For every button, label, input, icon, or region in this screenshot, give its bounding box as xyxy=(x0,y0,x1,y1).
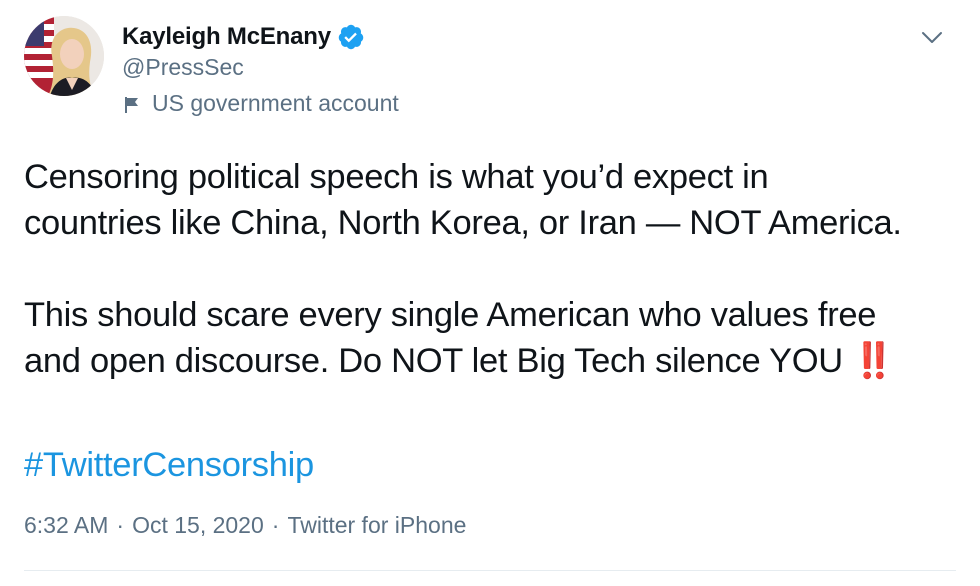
government-account-label: US government account xyxy=(122,90,399,117)
tweet-line: Censoring political speech is what you’d… xyxy=(24,158,769,196)
tweet-line-text: and open discourse. Do NOT let Big Tech … xyxy=(24,342,843,380)
hashtag-link[interactable]: #TwitterCensorship xyxy=(24,442,314,488)
tweet-source[interactable]: Twitter for iPhone xyxy=(287,512,466,539)
tweet-meta: 6:32 AM · Oct 15, 2020 · Twitter for iPh… xyxy=(24,512,466,539)
display-name[interactable]: Kayleigh McEnany xyxy=(122,23,331,51)
tweet-line: and open discourse. Do NOT let Big Tech … xyxy=(24,338,959,384)
account-label-text: US government account xyxy=(152,90,399,116)
tweet-header: Kayleigh McEnany @PressSec US government… xyxy=(24,16,964,126)
tweet-line: countries like China, North Korea, or Ir… xyxy=(24,204,902,242)
tweet-date[interactable]: Oct 15, 2020 xyxy=(132,512,264,539)
meta-separator: · xyxy=(271,512,280,538)
double-exclamation-emoji: ‼️ xyxy=(852,342,895,380)
verified-badge-icon xyxy=(337,23,365,51)
meta-separator: · xyxy=(116,512,125,538)
tweet-line: This should scare every single American … xyxy=(24,296,877,334)
tweet-card: Kayleigh McEnany @PressSec US government… xyxy=(0,0,980,586)
tweet-time[interactable]: 6:32 AM xyxy=(24,512,108,539)
avatar[interactable] xyxy=(24,16,104,96)
flag-icon xyxy=(122,94,142,114)
chevron-down-icon[interactable] xyxy=(914,20,950,56)
tweet-text: Censoring political speech is what you’d… xyxy=(24,154,959,384)
name-row: Kayleigh McEnany xyxy=(122,20,365,54)
divider xyxy=(24,570,956,571)
handle[interactable]: @PressSec xyxy=(122,54,244,81)
